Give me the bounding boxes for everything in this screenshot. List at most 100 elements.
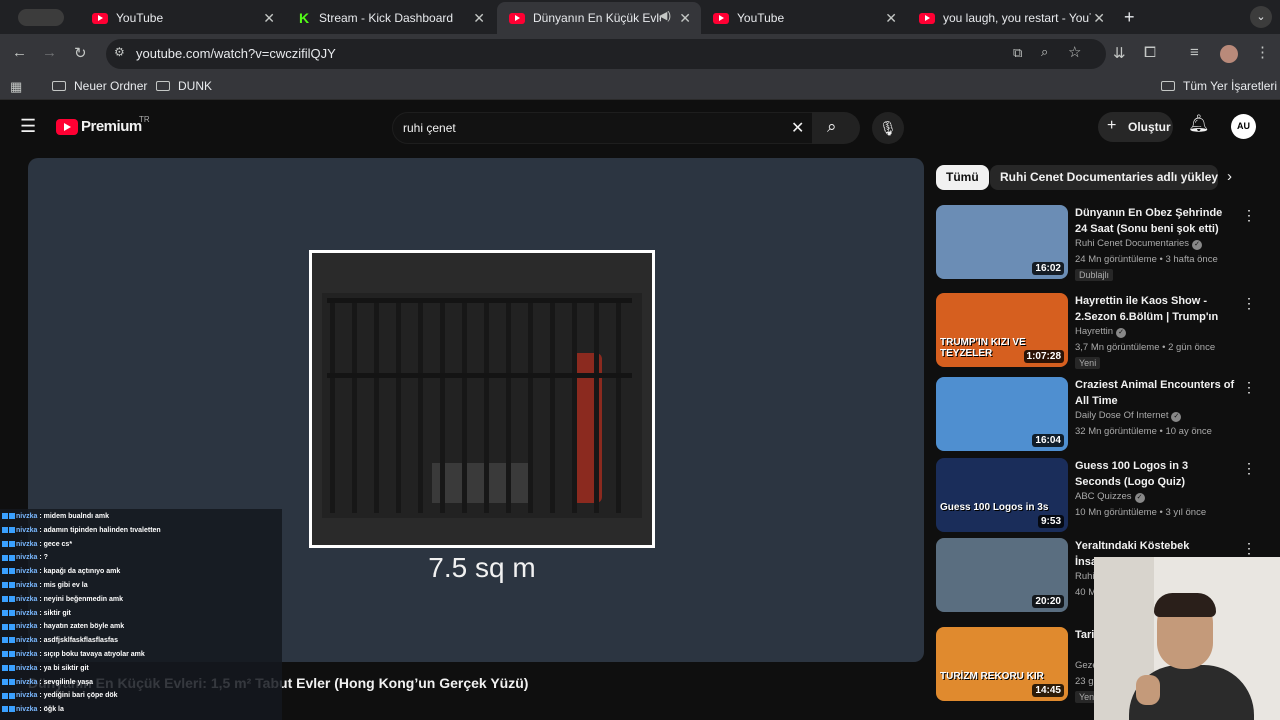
more-options-icon[interactable]: ⋮ [1242, 295, 1256, 312]
extensions-icon[interactable]: ⧠ [1144, 44, 1156, 61]
browser-tab-3[interactable]: Dünyanın En Küçük Evleri ◀) ✕ [497, 2, 701, 34]
bookmark-folder-dunk[interactable]: DUNK [156, 79, 212, 93]
user-badge-icon [9, 513, 15, 520]
apps-grid-icon[interactable]: ▦ [10, 79, 22, 95]
all-bookmarks-button[interactable]: Tüm Yer İşaretleri [1161, 79, 1277, 93]
chat-username: nivzka [16, 706, 38, 714]
zoom-icon[interactable]: ⌕ [1041, 44, 1048, 60]
recommendation-card[interactable]: Guess 100 Logos in 3s 9:53 Guess 100 Logos… [936, 458, 1266, 534]
url-text[interactable]: youtube.com/watch?v=cwczifilQJY [136, 46, 336, 61]
chat-text: sevgilinle yaşa [43, 678, 94, 686]
speaker-icon[interactable]: ◀) [659, 9, 671, 22]
chat-username: nivzka [16, 651, 38, 658]
video-title[interactable]: Hayrettin ile Kaos Show - 2.Sezon 6.Bölü… [1075, 293, 1235, 325]
channel-name-text: Hayrettin [1075, 326, 1114, 337]
search-button[interactable]: ⌕ [812, 112, 860, 144]
chat-message: nivzka : sıçıp boku tavaya atıyolar amk [2, 651, 145, 658]
user-badge-icon [2, 595, 8, 602]
close-icon[interactable]: ✕ [885, 10, 897, 27]
video-title[interactable]: Dünyanın En Obez Şehrinde 24 Saat (Sonu … [1075, 205, 1235, 237]
video-title[interactable]: Guess 100 Logos in 3 Seconds (Logo Quiz) [1075, 458, 1235, 490]
browser-tab-4[interactable]: YouTube ✕ [701, 4, 907, 32]
bookmarks-bar: ▦ Neuer Ordner DUNK Tüm Yer İşaretleri [0, 74, 1280, 100]
tab-group-icon[interactable] [18, 9, 64, 26]
video-thumbnail[interactable]: TURİZM REKORU KIR 14:45 [936, 627, 1068, 701]
chip-all[interactable]: Tümü [936, 165, 989, 190]
close-icon[interactable]: ✕ [679, 10, 691, 27]
chevron-right-icon[interactable]: › [1227, 168, 1232, 185]
microphone-icon: 🎙 [879, 120, 897, 136]
video-thumbnail[interactable]: 20:20 [936, 538, 1068, 612]
close-icon[interactable]: ✕ [1093, 10, 1105, 27]
bookmark-folder-neuer-ordner[interactable]: Neuer Ordner [52, 79, 147, 93]
user-badge-icon [2, 664, 8, 671]
close-icon[interactable]: ✕ [473, 10, 485, 27]
hamburger-menu-icon[interactable]: ☰ [20, 116, 36, 137]
video-badge: Dublajlı [1075, 269, 1114, 281]
search-input[interactable]: ruhi çenet ✕ [392, 112, 820, 144]
folder-icon [1161, 81, 1175, 91]
more-options-icon[interactable]: ⋮ [1242, 540, 1256, 557]
reload-icon[interactable]: ↻ [74, 44, 87, 62]
voice-search-button[interactable]: 🎙 [872, 112, 904, 144]
site-info-icon[interactable]: ⚙ [114, 45, 125, 59]
chat-username: nivzka [16, 637, 38, 645]
more-options-icon[interactable]: ⋮ [1242, 207, 1256, 224]
webcam-overlay [1094, 557, 1280, 720]
clear-search-icon[interactable]: ✕ [791, 118, 804, 138]
bookmark-star-icon[interactable]: ☆ [1068, 43, 1081, 61]
browser-tab-2[interactable]: K Stream - Kick Dashboard ✕ [287, 4, 495, 32]
back-icon[interactable]: ← [12, 44, 27, 61]
recommendation-card[interactable]: TRUMP'IN KIZI VE TEYZELER 1:07:28 Hayretti… [936, 293, 1266, 369]
kick-favicon-icon: K [299, 10, 310, 26]
video-thumbnail[interactable]: Guess 100 Logos in 3s 9:53 [936, 458, 1068, 532]
recommendation-card[interactable]: 16:02 Dünyanın En Obez Şehrinde 24 Saat (… [936, 205, 1266, 281]
video-duration: 20:20 [1032, 595, 1064, 608]
recommendation-card[interactable]: 16:04 Craziest Animal Encounters of All T… [936, 377, 1266, 453]
chat-message: nivzka : neyini beğenmedin amk [2, 596, 123, 603]
account-avatar[interactable]: AU [1231, 114, 1256, 139]
channel-name[interactable]: Daily Dose Of Internet ✓ [1075, 410, 1182, 422]
user-badge-icon [2, 706, 8, 713]
video-title[interactable]: Craziest Animal Encounters of All Time [1075, 377, 1235, 409]
user-badge-icon [9, 554, 15, 561]
user-badge-icon [2, 568, 8, 575]
tab-title: Stream - Kick Dashboard [319, 11, 454, 25]
install-icon[interactable]: ⧉ [1013, 45, 1022, 61]
profile-avatar[interactable] [1220, 45, 1238, 63]
chat-username: nivzka [16, 554, 38, 562]
tab-search-button[interactable]: ⌄ [1250, 6, 1272, 28]
more-options-icon[interactable]: ⋮ [1242, 460, 1256, 477]
chat-message: nivzka : yediğini bari çöpe dök [2, 692, 118, 699]
address-bar[interactable]: ⚙ youtube.com/watch?v=cwczifilQJY ⧉ ⌕ ☆ [106, 39, 1106, 69]
browser-tab-5[interactable]: you laugh, you restart - YouTube ✕ [907, 4, 1115, 32]
downloads-icon[interactable]: ⇊ [1113, 44, 1126, 62]
close-icon[interactable]: ✕ [263, 10, 275, 27]
chrome-menu-icon[interactable]: ⋮ [1255, 43, 1270, 61]
reading-list-icon[interactable]: ≡ [1190, 44, 1199, 61]
verified-check-icon: ✓ [1171, 412, 1182, 422]
user-badge-icon [9, 706, 15, 713]
youtube-logo[interactable] [56, 119, 78, 135]
user-badge-icon [2, 513, 8, 520]
create-button[interactable]: + Oluştur [1098, 112, 1173, 142]
chat-message: nivzka : öğk la [2, 706, 64, 713]
youtube-header: ☰ Premium TR ruhi çenet ✕ ⌕ 🎙 + Oluştur … [0, 100, 1280, 156]
forward-icon[interactable]: → [42, 44, 57, 61]
video-thumbnail[interactable]: 16:04 [936, 377, 1068, 451]
new-tab-button[interactable]: + [1124, 7, 1135, 28]
video-duration: 14:45 [1032, 684, 1064, 697]
channel-name[interactable]: Ruhi Cenet Documentaries ✓ [1075, 238, 1203, 250]
user-badge-icon [2, 526, 8, 533]
notifications-bell-icon[interactable]: 🔔︎ [1188, 114, 1210, 134]
chip-from-uploader[interactable]: Ruhi Cenet Documentaries adlı yükleyicid… [990, 165, 1218, 190]
chat-message: nivzka : ya bi siktir git [2, 665, 89, 672]
video-thumbnail[interactable]: TRUMP'IN KIZI VE TEYZELER 1:07:28 [936, 293, 1068, 367]
more-options-icon[interactable]: ⋮ [1242, 379, 1256, 396]
channel-name[interactable]: Hayrettin ✓ [1075, 326, 1127, 338]
video-thumbnail[interactable]: 16:02 [936, 205, 1068, 279]
browser-tab-1[interactable]: YouTube ✕ [80, 4, 285, 32]
youtube-favicon-icon [92, 12, 108, 24]
user-badge-icon [2, 609, 8, 616]
channel-name[interactable]: ABC Quizzes ✓ [1075, 491, 1145, 503]
